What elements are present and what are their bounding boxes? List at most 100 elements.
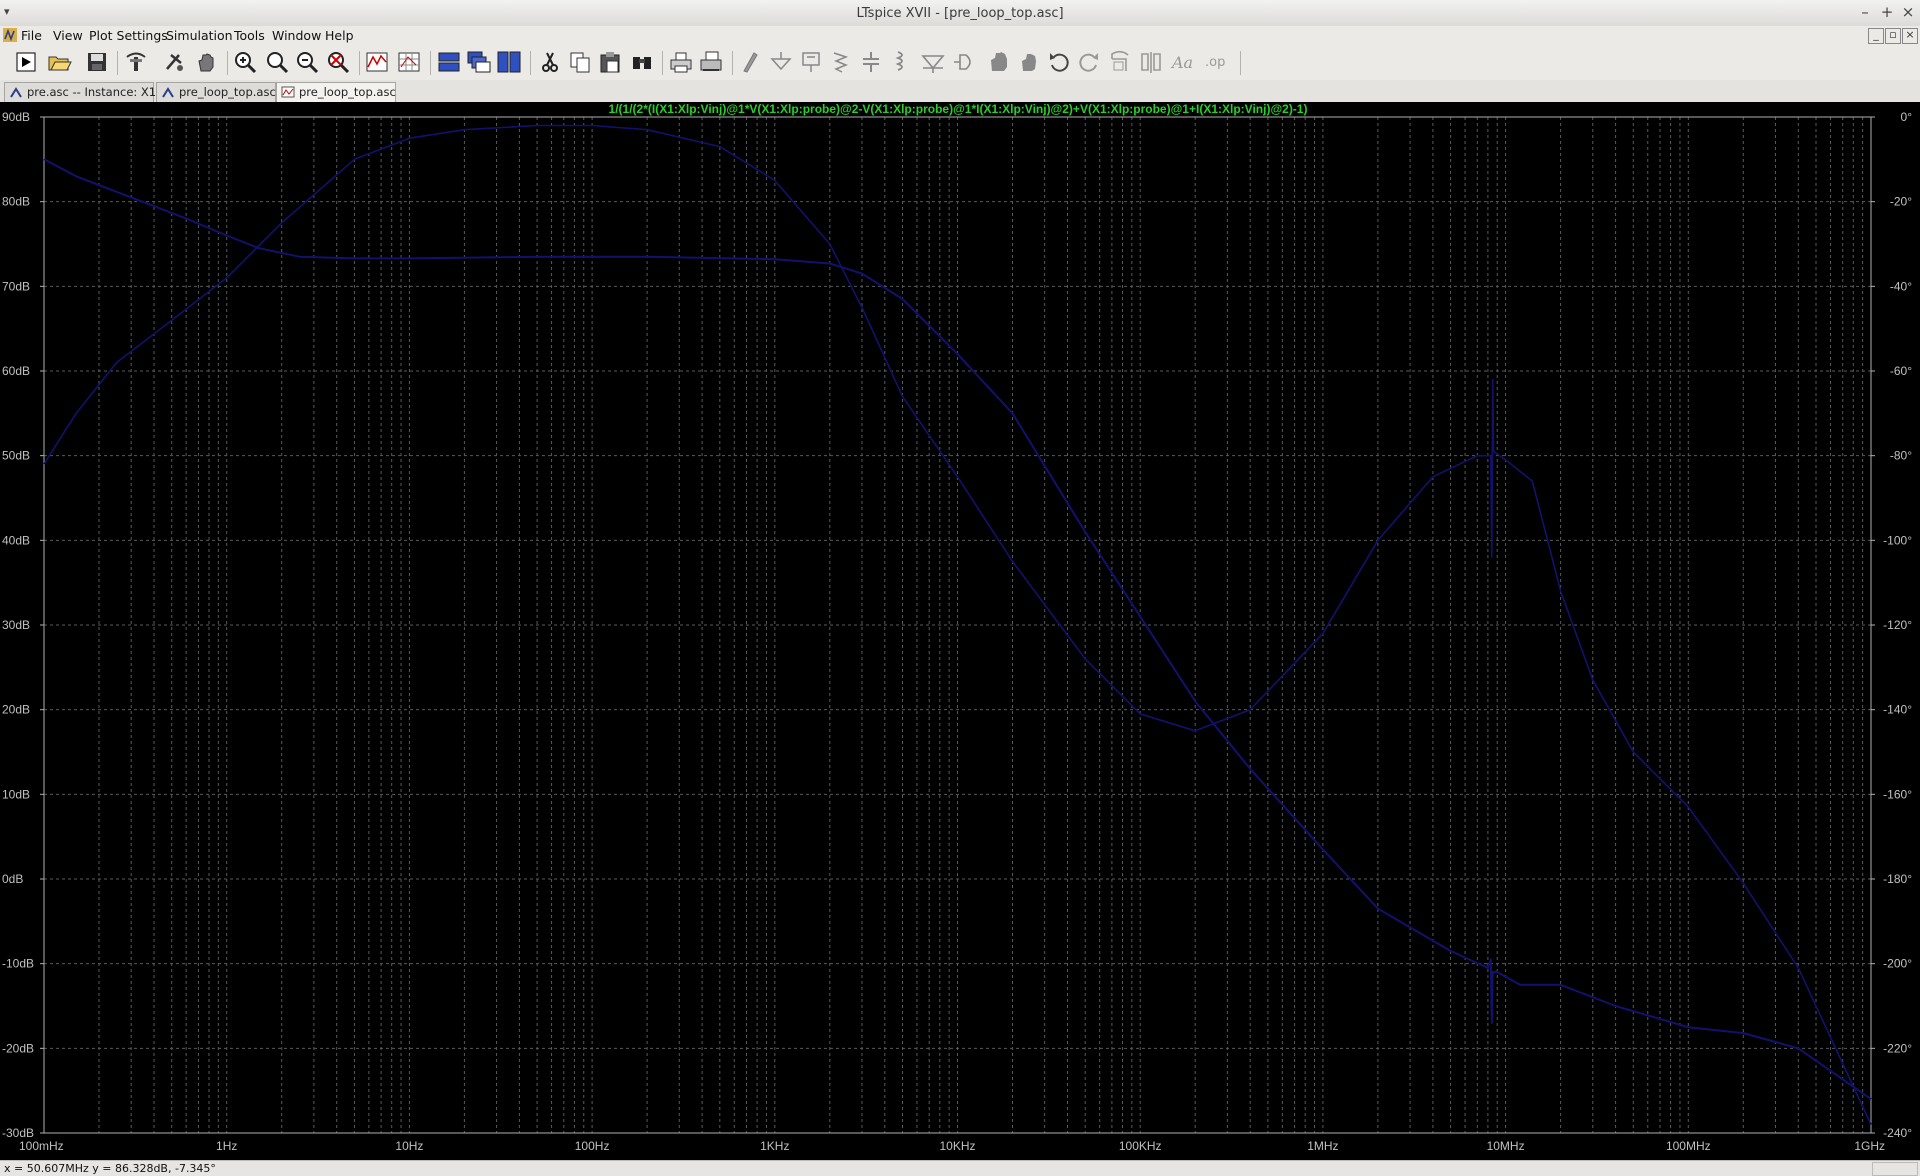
x-tick-label: 1MHz bbox=[1307, 1139, 1338, 1153]
toolbar-separator bbox=[359, 51, 360, 75]
mdi-close-button[interactable]: × bbox=[1902, 28, 1918, 44]
save-icon[interactable] bbox=[84, 49, 110, 75]
run-icon[interactable] bbox=[13, 49, 39, 75]
title-bar: ▾ LTspice XVII - [pre_loop_top.asc] – + … bbox=[0, 0, 1920, 27]
move-icon[interactable] bbox=[986, 49, 1012, 75]
diode-icon[interactable] bbox=[920, 49, 946, 75]
toolbar-separator bbox=[1240, 51, 1241, 75]
rotate-icon[interactable] bbox=[1108, 49, 1134, 75]
waveform-icon bbox=[281, 86, 295, 98]
text-icon[interactable]: Aa bbox=[1170, 49, 1196, 75]
label-net-icon[interactable] bbox=[798, 49, 824, 75]
menu-help[interactable]: Help bbox=[325, 28, 354, 43]
menu-simulation[interactable]: Simulation bbox=[166, 28, 233, 43]
y-tick-label: -10dB bbox=[2, 957, 34, 971]
y-tick-label: 50dB bbox=[2, 449, 30, 463]
x-tick-label: 100mHz bbox=[19, 1139, 64, 1153]
ltspice-app-icon[interactable] bbox=[3, 28, 17, 42]
component-icon[interactable] bbox=[952, 49, 978, 75]
mdi-restore-button[interactable]: ▫ bbox=[1885, 28, 1901, 44]
minimize-button[interactable]: – bbox=[1856, 3, 1874, 21]
toolbar-separator bbox=[662, 51, 663, 75]
y-tick-label: 80dB bbox=[2, 195, 30, 209]
document-tabs: pre.asc -- Instance: X1 pre_loop_top.asc… bbox=[0, 80, 1920, 103]
cut-icon[interactable] bbox=[537, 49, 563, 75]
schematic-icon bbox=[10, 87, 22, 98]
spice-directive-icon[interactable]: .op bbox=[1202, 49, 1228, 75]
zoom-in-icon[interactable] bbox=[232, 49, 258, 75]
x-tick-label: 10MHz bbox=[1487, 1139, 1525, 1153]
menu-tools[interactable]: Tools bbox=[234, 28, 265, 43]
tab-pre-loop-top-waveform[interactable]: pre_loop_top.asc bbox=[276, 82, 396, 102]
trace-expression-title[interactable]: 1/(1/(2*(I(X1:Xlp:Vinj)@1*V(X1:Xlp:probe… bbox=[609, 102, 1308, 116]
status-grip bbox=[1872, 1162, 1918, 1176]
mdi-minimize-button[interactable]: _ bbox=[1868, 28, 1884, 44]
menu-file[interactable]: File bbox=[21, 28, 42, 43]
phase-tick-label: -180° bbox=[1883, 872, 1912, 886]
maximize-button[interactable]: + bbox=[1878, 3, 1896, 21]
schematic-icon bbox=[162, 87, 174, 98]
zoom-box-icon[interactable] bbox=[264, 49, 290, 75]
paste-icon[interactable] bbox=[597, 49, 623, 75]
y-tick-label: 70dB bbox=[2, 279, 30, 293]
ground-icon[interactable] bbox=[768, 49, 794, 75]
menu-bar: File View Plot Settings Simulation Tools… bbox=[0, 26, 1920, 46]
phase-tick-label: -140° bbox=[1883, 703, 1912, 717]
toolbar-separator bbox=[227, 51, 228, 75]
waveform-plot[interactable]: 90dB 80dB 70dB 60dB 50dB 40dB 30dB 20dB 10dB 0dB -… bbox=[0, 102, 1920, 1160]
open-icon[interactable] bbox=[46, 49, 72, 75]
y-tick-label: 90dB bbox=[2, 110, 30, 124]
redo-icon[interactable] bbox=[1076, 49, 1102, 75]
inductor-icon[interactable] bbox=[888, 49, 914, 75]
phase-tick-label: -240° bbox=[1883, 1126, 1912, 1140]
y-tick-label: -30dB bbox=[2, 1126, 34, 1140]
drag-icon[interactable] bbox=[1016, 49, 1042, 75]
status-bar: x = 50.607MHz y = 86.328dB, -7.345° bbox=[0, 1160, 1920, 1176]
zoom-out-icon[interactable] bbox=[294, 49, 320, 75]
control-panel-icon[interactable] bbox=[123, 49, 149, 75]
tab-pre-loop-top-schematic[interactable]: pre_loop_top.asc bbox=[156, 82, 276, 102]
menu-window[interactable]: Window bbox=[272, 28, 321, 43]
y-tick-label: 40dB bbox=[2, 533, 30, 547]
autoscale-icon[interactable] bbox=[364, 49, 390, 75]
y-tick-label: 30dB bbox=[2, 618, 30, 632]
tab-pre-instance[interactable]: pre.asc -- Instance: X1 bbox=[4, 82, 156, 102]
pan-icon[interactable] bbox=[193, 49, 219, 75]
y-tick-label: -20dB bbox=[2, 1041, 34, 1055]
axis-ticks: 90dB 80dB 70dB 60dB 50dB 40dB 30dB 20dB 10dB 0dB -… bbox=[2, 110, 1912, 1153]
phase-tick-label: 0° bbox=[1901, 110, 1913, 124]
tile-horizontal-icon[interactable] bbox=[436, 49, 462, 75]
zoom-full-icon[interactable] bbox=[325, 49, 351, 75]
x-tick-label: 100Hz bbox=[575, 1139, 610, 1153]
x-tick-label: 100KHz bbox=[1119, 1139, 1162, 1153]
toolbar-separator bbox=[430, 51, 431, 75]
print-icon[interactable] bbox=[668, 49, 694, 75]
x-tick-label: 10KHz bbox=[939, 1139, 975, 1153]
phase-tick-label: -80° bbox=[1890, 449, 1912, 463]
menu-plot-settings[interactable]: Plot Settings bbox=[89, 28, 168, 43]
x-tick-label: 1GHz bbox=[1854, 1139, 1885, 1153]
tile-vertical-icon[interactable] bbox=[496, 49, 522, 75]
undo-icon[interactable] bbox=[1046, 49, 1072, 75]
copy-icon[interactable] bbox=[567, 49, 593, 75]
resistor-icon[interactable] bbox=[828, 49, 854, 75]
toolbar-separator bbox=[732, 51, 733, 75]
draw-wire-icon[interactable] bbox=[738, 49, 764, 75]
find-icon[interactable] bbox=[629, 49, 655, 75]
mirror-icon[interactable] bbox=[1138, 49, 1164, 75]
menu-view[interactable]: View bbox=[53, 28, 83, 43]
close-button[interactable]: × bbox=[1899, 3, 1917, 21]
x-tick-label: 10Hz bbox=[395, 1139, 423, 1153]
y-tick-label: 60dB bbox=[2, 364, 30, 378]
cascade-icon[interactable] bbox=[466, 49, 492, 75]
toolbar: Aa .op bbox=[0, 46, 1920, 80]
capacitor-icon[interactable] bbox=[858, 49, 884, 75]
toolbar-separator bbox=[530, 51, 531, 75]
bode-chart[interactable]: 90dB 80dB 70dB 60dB 50dB 40dB 30dB 20dB 10dB 0dB -… bbox=[0, 102, 1920, 1160]
x-tick-label: 1Hz bbox=[216, 1139, 237, 1153]
print-preview-icon[interactable] bbox=[698, 49, 724, 75]
plot-grid bbox=[44, 117, 1871, 1133]
phase-tick-label: -100° bbox=[1883, 533, 1912, 547]
halt-icon[interactable] bbox=[161, 49, 187, 75]
grid-icon[interactable] bbox=[396, 49, 422, 75]
